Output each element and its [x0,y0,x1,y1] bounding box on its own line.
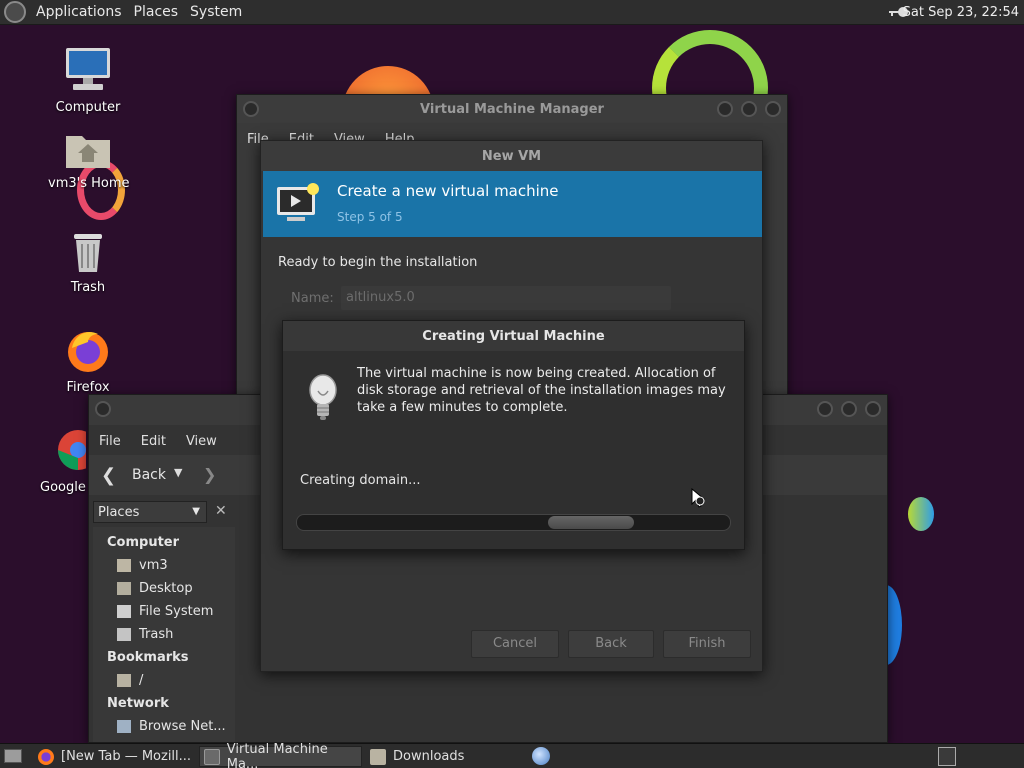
desktop-icon-firefox[interactable]: Firefox [48,326,128,395]
vmm-window-title: Virtual Machine Manager [420,101,604,117]
close-button[interactable] [765,101,781,117]
hard-drive-icon [117,605,131,618]
back-button[interactable]: Back [568,630,654,658]
lightbulb-icon [309,374,337,420]
sidebar-item-vm3[interactable]: vm3 [117,558,168,573]
sidebar-item-label: vm3 [139,558,168,573]
file-manager-menubar: File Edit View [89,429,227,453]
virtual-machine-icon [277,183,319,221]
maximize-button[interactable] [741,101,757,117]
minimize-button[interactable] [817,401,833,417]
sidebar-item-label: Browse Net... [139,719,226,734]
menu-system[interactable]: System [184,0,248,25]
sidebar-item-label: Desktop [139,581,193,596]
desktop-icon-trash[interactable]: Trash [48,228,128,295]
back-history-chevron-icon[interactable]: ▼ [174,466,182,479]
close-sidebar-icon[interactable]: ✕ [215,503,227,519]
taskbar: [New Tab — Mozill... Virtual Machine Ma.… [0,742,1024,768]
sidebar-item-root[interactable]: / [117,673,143,688]
minimize-button[interactable] [717,101,733,117]
vmm-titlebar[interactable]: Virtual Machine Manager [237,95,787,123]
firefox-icon [38,748,54,765]
sidebar-item-file-system[interactable]: File System [117,604,213,619]
sidebar-item-label: Trash [139,627,174,642]
sidebar-item-label: File System [139,604,214,619]
menu-applications[interactable]: Applications [30,0,128,25]
globe-icon[interactable] [532,747,550,765]
fm-menu-edit[interactable]: Edit [131,434,176,449]
cancel-button[interactable]: Cancel [471,630,559,658]
creating-vm-dialog: Creating Virtual Machine The virtual mac… [282,320,745,550]
computer-icon [66,48,110,90]
window-menu-button[interactable] [95,401,111,417]
new-vm-banner: Create a new virtual machine Step 5 of 5 [263,171,762,237]
mouse-cursor-icon [691,488,706,508]
creating-status: Creating domain... [300,473,421,488]
wallpaper-blue-dot [908,497,934,531]
taskbar-item-label: Virtual Machine Ma... [226,741,328,768]
back-arrow-icon[interactable]: ❮ [101,465,116,486]
workspace-switcher-icon[interactable] [938,747,956,766]
home-folder-icon [66,136,110,168]
sidebar-item-trash[interactable]: Trash [117,627,173,642]
sidebar-section-computer: Computer [107,535,180,550]
folder-icon [117,674,131,687]
sidebar-item-label: / [139,673,144,688]
desktop-folder-icon [117,582,131,595]
taskbar-item-vmm[interactable]: Virtual Machine Ma... [199,742,362,768]
back-button[interactable]: Back [132,467,166,483]
sidebar-item-desktop[interactable]: Desktop [117,581,193,596]
home-icon [117,559,131,572]
close-button[interactable] [865,401,881,417]
taskbar-item-downloads[interactable]: Downloads [366,746,526,767]
chevron-down-icon: ▼ [192,506,200,517]
top-panel: Applications Places System Sat Sep 23, 2… [0,0,1024,25]
progress-bar [296,514,731,531]
show-desktop-icon[interactable] [4,749,22,763]
taskbar-item-label: Downloads [393,749,465,764]
taskbar-item-firefox[interactable]: [New Tab — Mozill... [34,746,196,767]
banner-step: Step 5 of 5 [337,210,403,224]
creating-vm-message: The virtual machine is now being created… [357,366,726,415]
vmm-icon [204,748,220,765]
desktop-icon-home[interactable]: vm3's Home [48,130,130,191]
maximize-button[interactable] [841,401,857,417]
name-field-value: altlinux5.0 [346,290,415,305]
window-menu-button[interactable] [243,101,259,117]
sidebar-section-bookmarks: Bookmarks [107,650,189,665]
banner-title: Create a new virtual machine [337,182,559,200]
name-field[interactable]: altlinux5.0 [341,286,671,310]
new-vm-title: New VM [481,148,542,164]
fm-menu-view[interactable]: View [176,434,227,449]
ready-text: Ready to begin the installation [278,255,478,270]
fm-sidebar: Computer vm3 Desktop File System Trash B… [93,527,235,742]
clock[interactable]: Sat Sep 23, 22:54 [903,0,1019,25]
folder-icon [370,748,386,765]
desktop-icon-computer[interactable]: Computer [48,46,128,115]
taskbar-item-label: [New Tab — Mozill... [61,749,192,764]
progress-pulse [548,516,634,529]
desktop-label: Computer [55,100,121,115]
new-vm-titlebar[interactable]: New VM [261,141,762,171]
creating-vm-titlebar[interactable]: Creating Virtual Machine [283,321,744,351]
chrome-icon [58,430,98,470]
desktop-label: vm3's Home [48,176,130,191]
sidebar-item-browse-network[interactable]: Browse Net... [117,719,226,734]
menu-places[interactable]: Places [128,0,185,25]
places-selector[interactable]: Places ▼ [93,501,207,523]
fm-menu-file[interactable]: File [89,434,131,449]
desktop-label: Trash [70,280,106,295]
desktop-label: Firefox [66,380,110,395]
sidebar-section-network: Network [107,696,169,711]
firefox-icon [68,331,108,372]
name-label: Name: [291,291,334,306]
network-icon [117,720,131,733]
distro-logo-icon[interactable] [4,1,26,23]
places-selector-label: Places [98,505,140,520]
trash-icon [117,628,131,641]
finish-button[interactable]: Finish [663,630,751,658]
forward-arrow-icon[interactable]: ❯ [203,465,216,484]
creating-vm-title: Creating Virtual Machine [422,328,605,344]
trash-icon [74,234,102,272]
